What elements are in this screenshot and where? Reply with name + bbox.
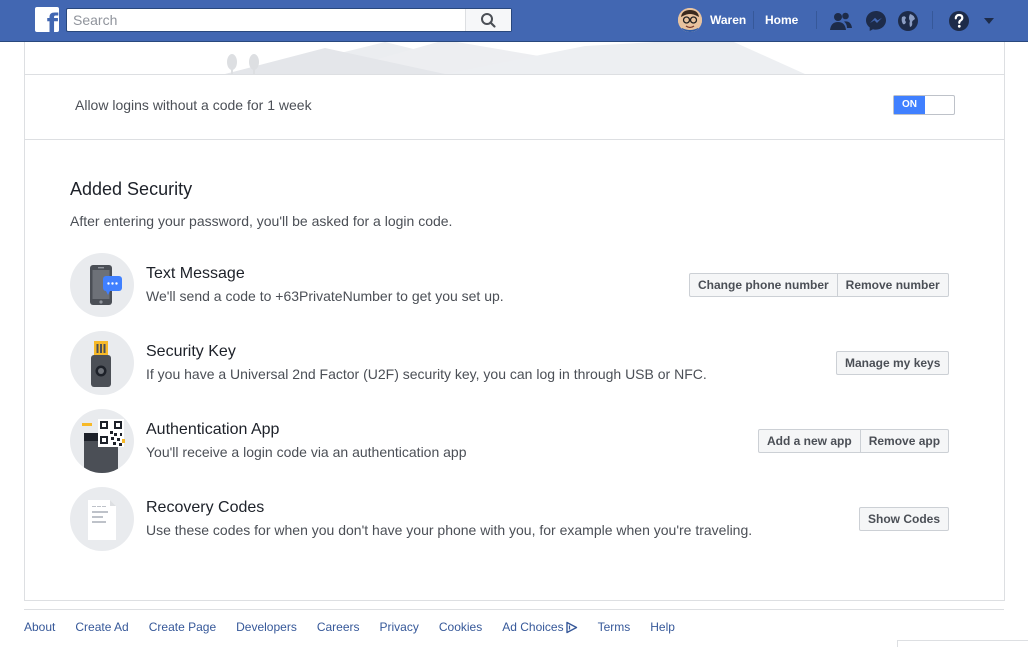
footer-link-create-page[interactable]: Create Page — [149, 620, 216, 634]
change-phone-number-button[interactable]: Change phone number — [689, 273, 838, 297]
footer-link-help[interactable]: Help — [650, 620, 675, 634]
search-button[interactable] — [465, 9, 511, 31]
method-description: We'll send a code to +63PrivateNumber to… — [146, 288, 504, 304]
remove-number-button[interactable]: Remove number — [837, 273, 949, 297]
method-title: Authentication App — [146, 421, 280, 438]
footer-links: About Create Ad Create Page Developers C… — [24, 620, 695, 634]
phone-message-icon — [70, 253, 134, 317]
toggle-on-label: ON — [894, 96, 925, 114]
manage-my-keys-button[interactable]: Manage my keys — [836, 351, 950, 375]
notifications-globe-icon[interactable] — [896, 9, 920, 33]
security-key-icon — [70, 331, 134, 395]
method-description: If you have a Universal 2nd Factor (U2F)… — [146, 366, 707, 382]
top-navigation-bar: f Waren Home — [0, 0, 1028, 42]
allow-logins-label: Allow logins without a code for 1 week — [75, 97, 312, 113]
chevron-down-icon[interactable] — [982, 14, 996, 28]
method-description: Use these codes for when you don't have … — [146, 522, 753, 538]
divider — [25, 139, 1004, 140]
footer-link-careers[interactable]: Careers — [317, 620, 360, 634]
security-key-actions: Manage my keys — [836, 351, 950, 375]
footer-link-cookies[interactable]: Cookies — [439, 620, 482, 634]
method-title: Recovery Codes — [146, 499, 265, 516]
section-description: After entering your password, you'll be … — [70, 213, 453, 229]
search-icon — [481, 13, 496, 28]
text-message-actions: Change phone number Remove number — [689, 273, 949, 297]
chat-sidebar-edge — [897, 640, 1028, 647]
profile-link[interactable]: Waren — [678, 8, 746, 32]
show-codes-button[interactable]: Show Codes — [859, 507, 950, 531]
footer-divider — [24, 609, 1004, 610]
footer-link-privacy[interactable]: Privacy — [380, 620, 419, 634]
footer-link-ad-choices-label: Ad Choices — [502, 620, 564, 634]
friend-requests-icon[interactable] — [829, 9, 853, 33]
method-description: You'll receive a login code via an authe… — [146, 444, 467, 460]
nav-separator — [932, 11, 933, 29]
add-new-app-button[interactable]: Add a new app — [758, 429, 861, 453]
nav-separator — [816, 11, 817, 29]
banner-illustration — [225, 42, 805, 74]
avatar — [678, 8, 702, 32]
authentication-app-actions: Add a new app Remove app — [758, 429, 950, 453]
profile-name: Waren — [710, 13, 747, 27]
facebook-logo-icon[interactable]: f — [35, 7, 59, 32]
footer-link-developers[interactable]: Developers — [236, 620, 297, 634]
nav-separator — [753, 11, 754, 29]
allow-logins-toggle[interactable]: ON — [893, 95, 955, 115]
recovery-codes-actions: Show Codes — [859, 507, 950, 531]
messenger-icon[interactable] — [864, 9, 888, 33]
divider — [25, 74, 1004, 75]
search-box — [66, 8, 512, 32]
home-link[interactable]: Home — [765, 13, 798, 27]
authentication-app-icon — [70, 409, 134, 473]
search-input[interactable] — [67, 9, 465, 31]
help-icon[interactable] — [947, 9, 971, 33]
recovery-codes-icon — [70, 487, 134, 551]
ad-choices-icon — [565, 621, 577, 633]
method-title: Text Message — [146, 265, 245, 282]
footer-link-create-ad[interactable]: Create Ad — [75, 620, 128, 634]
method-title: Security Key — [146, 343, 236, 360]
security-settings-card: Allow logins without a code for 1 week O… — [24, 42, 1005, 601]
remove-app-button[interactable]: Remove app — [860, 429, 950, 453]
section-title: Added Security — [70, 179, 193, 199]
footer-link-about[interactable]: About — [24, 620, 55, 634]
footer-link-terms[interactable]: Terms — [598, 620, 631, 634]
footer-link-ad-choices[interactable]: Ad Choices — [502, 620, 577, 634]
